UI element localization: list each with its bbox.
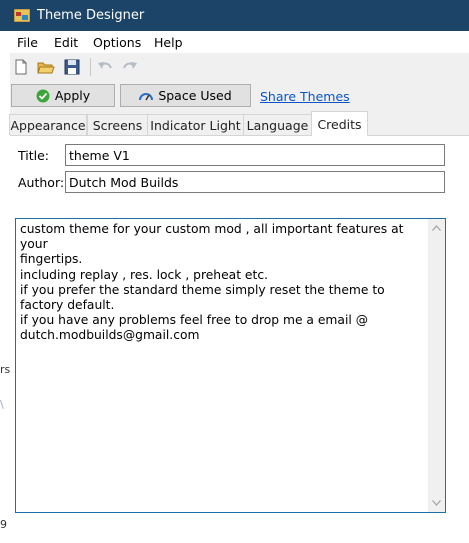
credits-panel: Title: Author: custom theme for your cus… (10, 136, 469, 543)
background-text-fragment: rs (0, 363, 11, 376)
description-textarea[interactable]: custom theme for your custom mod , all i… (15, 218, 446, 513)
share-themes-link[interactable]: Share Themes (260, 89, 350, 104)
tab-credits[interactable]: Credits (311, 111, 368, 136)
menu-edit[interactable]: Edit (54, 35, 78, 50)
menu-help[interactable]: Help (154, 35, 183, 50)
menu-file[interactable]: File (17, 35, 38, 50)
check-icon (36, 89, 50, 102)
author-input[interactable] (65, 171, 445, 193)
menu-options[interactable]: Options (93, 35, 141, 50)
title-label: Title: (18, 148, 49, 163)
tab-language[interactable]: Language (243, 114, 312, 135)
title-bar[interactable]: Theme Designer (0, 0, 469, 31)
background-text-fragment: 9 (0, 518, 7, 531)
title-input[interactable] (65, 144, 445, 166)
tab-indicator-light[interactable]: Indicator Light (147, 114, 244, 135)
gauge-icon (139, 92, 154, 100)
apply-label: Apply (54, 88, 91, 103)
redo-icon[interactable] (121, 58, 139, 76)
background-window: rs \ 9 (0, 30, 10, 543)
space-used-label: Space Used (158, 88, 232, 103)
author-label: Author: (18, 175, 65, 190)
open-folder-icon[interactable] (37, 58, 55, 76)
scroll-down-icon[interactable] (432, 500, 441, 506)
description-text: custom theme for your custom mod , all i… (20, 222, 404, 343)
undo-icon[interactable] (96, 58, 114, 76)
save-icon[interactable] (63, 58, 81, 76)
background-text-fragment: \ (0, 398, 4, 411)
tab-appearance[interactable]: Appearance (9, 114, 87, 135)
new-file-icon[interactable] (12, 58, 30, 76)
window-title: Theme Designer (37, 8, 145, 23)
toolbar-separator (90, 58, 91, 76)
menu-bar: File Edit Options Help (10, 31, 469, 53)
tab-screens[interactable]: Screens (87, 114, 148, 135)
toolbar (10, 54, 469, 80)
app-icon (14, 9, 30, 22)
theme-designer-window: Theme Designer File Edit Options Help Ap… (0, 0, 469, 543)
apply-button[interactable]: Apply (11, 84, 115, 107)
vertical-scrollbar[interactable] (428, 219, 445, 512)
space-used-button[interactable]: Space Used (120, 84, 251, 107)
scroll-up-icon[interactable] (432, 225, 441, 231)
